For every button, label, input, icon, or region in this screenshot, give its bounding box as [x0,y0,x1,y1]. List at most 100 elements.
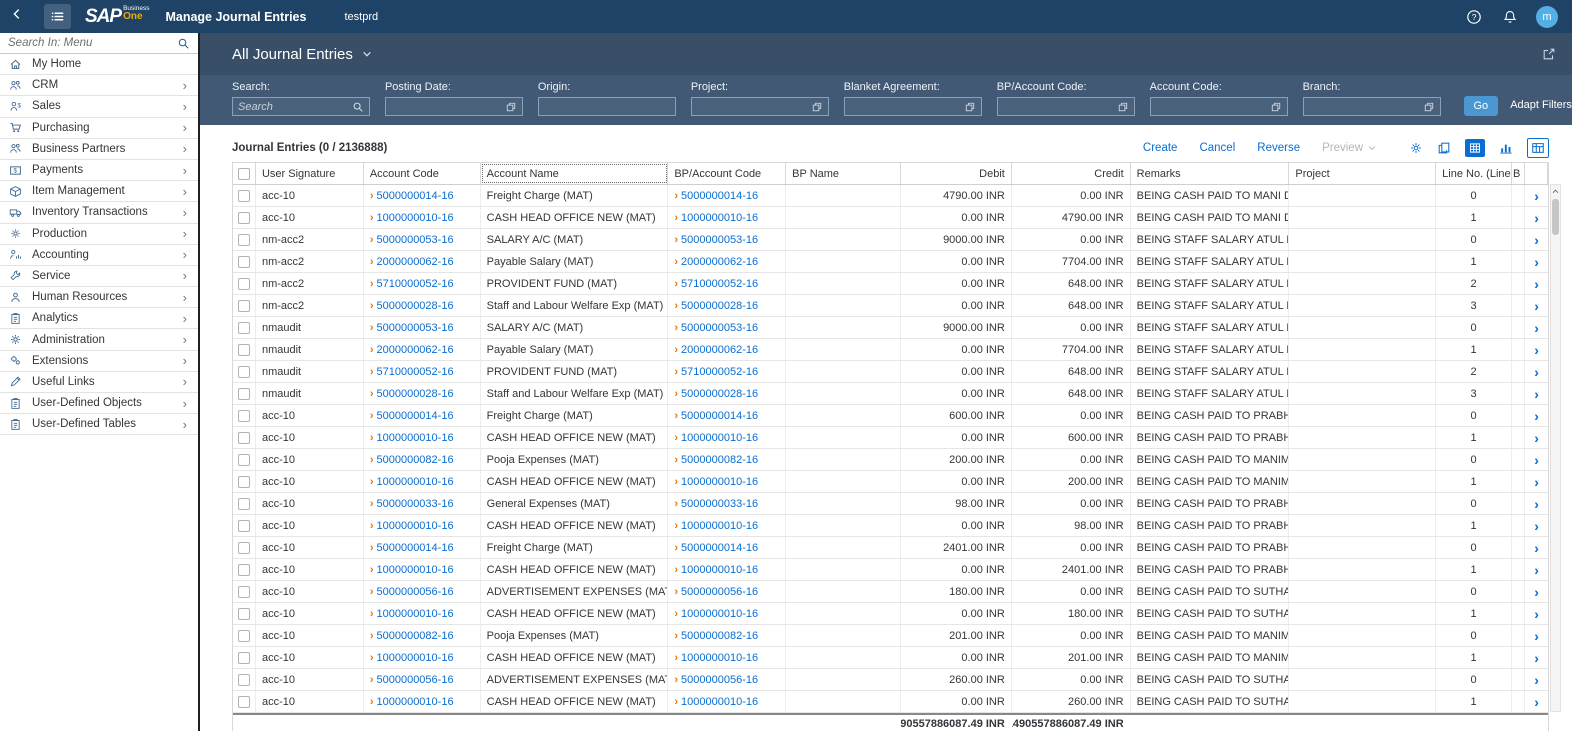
col-debit[interactable]: Debit [901,163,1012,184]
search-icon[interactable] [177,37,190,50]
row-checkbox[interactable] [237,673,250,686]
table-row[interactable]: nm-acc2 › 5000000053-16 SALARY A/C (MAT) … [233,229,1548,251]
row-checkbox[interactable] [237,651,250,664]
row-navigate-chevron[interactable]: › [1534,453,1539,467]
table-scrollbar[interactable] [1550,184,1561,712]
chart-view-icon[interactable] [1499,141,1513,155]
col-user-signature[interactable]: User Signature [256,163,364,184]
filter-input[interactable] [1149,97,1288,116]
select-all-checkbox-cell[interactable] [233,163,256,184]
account-code-link[interactable]: › 1000000010-16 [370,564,454,576]
account-code-link[interactable]: › 5000000053-16 [370,322,454,334]
filter-input[interactable] [384,97,523,116]
row-navigate-chevron[interactable]: › [1534,673,1539,687]
account-code-link[interactable]: › 2000000062-16 [370,344,454,356]
row-navigate-chevron[interactable]: › [1534,211,1539,225]
col-bp-name[interactable]: BP Name [786,163,901,184]
account-code-link[interactable]: › 5000000014-16 [370,410,454,422]
filter-input[interactable] [537,97,676,116]
row-checkbox[interactable] [237,189,250,202]
sidebar-item[interactable]: User-Defined Objects › [0,393,198,415]
valuehelp-icon[interactable] [1423,101,1435,113]
valuehelp-icon[interactable] [1270,101,1282,113]
sidebar-item[interactable]: Service › [0,266,198,288]
sidebar-item[interactable]: Human Resources › [0,287,198,309]
table-row[interactable]: acc-10 › 1000000010-16 CASH HEAD OFFICE N… [233,427,1548,449]
account-code-link[interactable]: › 2000000062-16 [370,256,454,268]
row-navigate-chevron[interactable]: › [1534,409,1539,423]
row-checkbox[interactable] [237,233,250,246]
create-button[interactable]: Create [1143,142,1178,154]
row-navigate-chevron[interactable]: › [1534,541,1539,555]
table-row[interactable]: acc-10 › 1000000010-16 CASH HEAD OFFICE N… [233,647,1548,669]
table-row[interactable]: nmaudit › 5000000028-16 Staff and Labour … [233,383,1548,405]
back-icon[interactable] [0,7,34,26]
filter-input[interactable]: Search [232,97,370,116]
bp-account-code-link[interactable]: › 1000000010-16 [674,212,758,224]
scroll-up-icon[interactable] [1551,185,1560,198]
sidebar-item[interactable]: Administration › [0,329,198,351]
row-checkbox[interactable] [237,255,250,268]
account-code-link[interactable]: › 5710000052-16 [370,278,454,290]
valuehelp-icon[interactable] [1117,101,1129,113]
table-row[interactable]: nmaudit › 5000000053-16 SALARY A/C (MAT) … [233,317,1548,339]
table-row[interactable]: acc-10 › 5000000056-16 ADVERTISEMENT EXPE… [233,669,1548,691]
row-navigate-chevron[interactable]: › [1534,629,1539,643]
row-checkbox[interactable] [237,409,250,422]
row-navigate-chevron[interactable]: › [1534,321,1539,335]
sidebar-item[interactable]: Extensions › [0,351,198,372]
row-checkbox[interactable] [237,387,250,400]
bp-account-code-link[interactable]: › 5000000014-16 [674,190,758,202]
filter-input[interactable] [690,97,829,116]
row-navigate-chevron[interactable]: › [1534,607,1539,621]
table-row[interactable]: acc-10 › 5000000014-16 Freight Charge (MA… [233,185,1548,207]
account-code-link[interactable]: › 1000000010-16 [370,476,454,488]
sidebar-item[interactable]: Useful Links › [0,372,198,393]
grid-view-icon[interactable] [1465,138,1485,157]
account-code-link[interactable]: › 5000000014-16 [370,542,454,554]
row-navigate-chevron[interactable]: › [1534,387,1539,401]
account-code-link[interactable]: › 1000000010-16 [370,432,454,444]
account-code-link[interactable]: › 1000000010-16 [370,696,454,708]
bp-account-code-link[interactable]: › 2000000062-16 [674,256,758,268]
bp-account-code-link[interactable]: › 1000000010-16 [674,652,758,664]
account-code-link[interactable]: › 1000000010-16 [370,520,454,532]
sidebar-item[interactable]: My Home › [0,54,198,76]
row-navigate-chevron[interactable]: › [1534,695,1539,709]
export-copy-icon[interactable] [1437,141,1451,155]
col-project[interactable]: Project [1289,163,1437,184]
row-navigate-chevron[interactable]: › [1534,277,1539,291]
col-line-no[interactable]: Line No. (Lines) [1436,163,1513,184]
bp-account-code-link[interactable]: › 2000000062-16 [674,344,758,356]
table-row[interactable]: acc-10 › 5000000014-16 Freight Charge (MA… [233,405,1548,427]
sidebar-item[interactable]: Payments › [0,160,198,182]
table-row[interactable]: acc-10 › 1000000010-16 CASH HEAD OFFICE N… [233,471,1548,493]
col-remarks[interactable]: Remarks [1131,163,1290,184]
row-checkbox[interactable] [237,585,250,598]
col-credit[interactable]: Credit [1012,163,1131,184]
row-checkbox[interactable] [237,343,250,356]
bp-account-code-link[interactable]: › 1000000010-16 [674,696,758,708]
menu-toggle-icon[interactable] [44,4,71,29]
sidebar-item[interactable]: Accounting › [0,245,198,266]
bp-account-code-link[interactable]: › 5710000052-16 [674,366,758,378]
row-navigate-chevron[interactable]: › [1534,255,1539,269]
go-button[interactable]: Go [1463,96,1499,116]
table-layout-icon[interactable] [1527,137,1549,158]
bp-account-code-link[interactable]: › 5000000014-16 [674,410,758,422]
row-navigate-chevron[interactable]: › [1534,519,1539,533]
sidebar-item[interactable]: User-Defined Tables › [0,414,198,436]
table-row[interactable]: acc-10 › 5000000033-16 General Expenses (… [233,493,1548,515]
table-row[interactable]: acc-10 › 5000000056-16 ADVERTISEMENT EXPE… [233,581,1548,603]
table-row[interactable]: nm-acc2 › 5000000028-16 Staff and Labour … [233,295,1548,317]
row-navigate-chevron[interactable]: › [1534,343,1539,357]
row-checkbox[interactable] [237,541,250,554]
table-row[interactable]: acc-10 › 5000000082-16 Pooja Expenses (MA… [233,625,1548,647]
sidebar-item[interactable]: Item Management › [0,181,198,203]
row-navigate-chevron[interactable]: › [1534,497,1539,511]
row-navigate-chevron[interactable]: › [1534,431,1539,445]
bp-account-code-link[interactable]: › 5000000053-16 [674,322,758,334]
sidebar-item[interactable]: Analytics › [0,308,198,330]
filter-input[interactable] [1302,97,1441,116]
bp-account-code-link[interactable]: › 5000000033-16 [674,498,758,510]
